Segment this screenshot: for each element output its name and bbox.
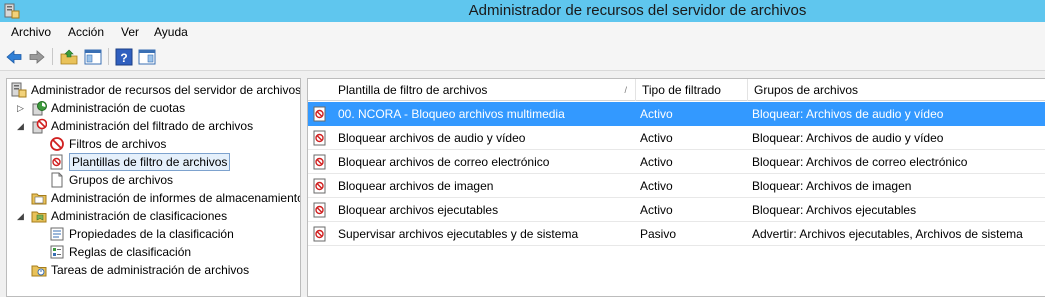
tree-item-label: Tareas de administración de archivos <box>51 263 250 277</box>
table-row[interactable]: Bloquear archivos de audio y vídeo Activ… <box>308 126 1045 150</box>
filter-template-icon <box>313 154 326 170</box>
properties-icon <box>50 227 64 241</box>
tree-item-label: Grupos de archivos <box>69 173 174 187</box>
action-pane-icon[interactable] <box>137 47 157 67</box>
toolbar: ? <box>0 43 1045 71</box>
reports-icon <box>31 193 47 205</box>
back-arrow-icon[interactable] <box>4 47 24 67</box>
tree-item-label: Administrador de recursos del servidor d… <box>31 83 301 97</box>
cell-file-groups: Bloquear: Archivos de imagen <box>752 179 912 193</box>
column-header-grupos[interactable]: Grupos de archivos <box>748 79 1045 101</box>
filter-template-icon <box>313 226 326 242</box>
column-header-plantilla[interactable]: Plantilla de filtro de archivos / <box>332 79 636 101</box>
tree-item-cuotas[interactable]: ▷ Administración de cuotas <box>7 99 300 117</box>
table-row[interactable]: Bloquear archivos ejecutables Activo Blo… <box>308 198 1045 222</box>
column-header-label: Plantilla de filtro de archivos <box>338 83 488 97</box>
menu-accion[interactable]: Acción <box>68 25 104 39</box>
filter-template-icon <box>313 130 326 146</box>
tree-item-tareas[interactable]: Tareas de administración de archivos <box>7 261 300 279</box>
tree-item-reglas[interactable]: Reglas de clasificación <box>7 243 300 261</box>
toolbar-separator <box>108 48 109 65</box>
menu-ver[interactable]: Ver <box>121 25 139 39</box>
menu-bar: Archivo Acción Ver Ayuda <box>0 22 1045 43</box>
list-header: Plantilla de filtro de archivos / Tipo d… <box>308 79 1045 101</box>
menu-ayuda[interactable]: Ayuda <box>154 25 188 39</box>
quota-icon <box>32 101 47 116</box>
cell-template-name: Bloquear archivos de audio y vídeo <box>338 131 526 145</box>
tasks-icon <box>31 265 47 277</box>
cell-file-groups: Bloquear: Archivos de audio y vídeo <box>752 107 944 121</box>
column-header-tipo[interactable]: Tipo de filtrado <box>636 79 748 101</box>
file-filter-icon <box>50 137 64 151</box>
navigation-tree[interactable]: Administrador de recursos del servidor d… <box>6 78 301 297</box>
forward-arrow-icon[interactable] <box>27 47 47 67</box>
chevron-down-icon[interactable]: ◢ <box>17 211 25 221</box>
tree-item-label: Filtros de archivos <box>69 137 167 151</box>
title-bar: Administrador de recursos del servidor d… <box>0 0 1045 22</box>
tree-item-label: Administración de clasificaciones <box>51 209 228 223</box>
results-list[interactable]: Plantilla de filtro de archivos / Tipo d… <box>307 78 1045 297</box>
file-screen-icon <box>32 118 47 134</box>
tree-item-filtrado[interactable]: ◢ Administración del filtrado de archivo… <box>7 117 300 135</box>
table-row[interactable]: Bloquear archivos de imagen Activo Bloqu… <box>308 174 1045 198</box>
cell-filter-type: Activo <box>640 155 673 169</box>
cell-template-name: Supervisar archivos ejecutables y de sis… <box>338 227 579 241</box>
rules-icon <box>50 245 64 259</box>
cell-template-name: Bloquear archivos de imagen <box>338 179 494 193</box>
cell-file-groups: Bloquear: Archivos de audio y vídeo <box>752 131 944 145</box>
cell-file-groups: Bloquear: Archivos de correo electrónico <box>752 155 968 169</box>
file-group-icon <box>51 172 63 188</box>
tree-item-root[interactable]: Administrador de recursos del servidor d… <box>7 81 301 99</box>
tree-item-filtros[interactable]: Filtros de archivos <box>7 135 300 153</box>
tree-item-label: Propiedades de la clasificación <box>69 227 234 241</box>
column-header-label: Grupos de archivos <box>754 83 859 97</box>
tree-item-label: Administración de informes de almacenami… <box>51 191 301 205</box>
cell-template-name: Bloquear archivos ejecutables <box>338 203 499 217</box>
svg-text:?: ? <box>120 51 127 65</box>
tree-item-propiedades[interactable]: Propiedades de la clasificación <box>7 225 300 243</box>
toolbar-separator <box>52 48 53 65</box>
tree-item-label: Plantillas de filtro de archivos <box>69 153 231 171</box>
menu-archivo[interactable]: Archivo <box>11 25 51 39</box>
tree-item-label: Administración de cuotas <box>51 101 186 115</box>
filter-template-icon <box>313 202 326 218</box>
cell-filter-type: Pasivo <box>640 227 677 241</box>
cell-file-groups: Bloquear: Archivos ejecutables <box>752 203 917 217</box>
cell-file-groups: Advertir: Archivos ejecutables, Archivos… <box>752 227 1023 241</box>
table-row[interactable]: Bloquear archivos de correo electrónico … <box>308 150 1045 174</box>
tree-item-informes[interactable]: Administración de informes de almacenami… <box>7 189 301 207</box>
cell-template-name: Bloquear archivos de correo electrónico <box>338 155 550 169</box>
chevron-right-icon[interactable]: ▷ <box>17 103 25 113</box>
cell-filter-type: Activo <box>640 179 673 193</box>
cell-filter-type: Activo <box>640 203 673 217</box>
cell-filter-type: Activo <box>640 131 673 145</box>
column-header-label: Tipo de filtrado <box>642 83 721 97</box>
tree-item-grupos[interactable]: Grupos de archivos <box>7 171 300 189</box>
filter-template-icon <box>313 106 326 122</box>
show-hide-tree-icon[interactable] <box>83 47 103 67</box>
chevron-down-icon[interactable]: ◢ <box>17 121 25 131</box>
server-icon <box>11 82 27 98</box>
tree-item-clasificaciones[interactable]: ◢ Administración de clasificaciones <box>7 207 300 225</box>
filter-template-icon <box>313 178 326 194</box>
table-row[interactable]: Supervisar archivos ejecutables y de sis… <box>308 222 1045 246</box>
up-folder-icon[interactable] <box>59 47 79 67</box>
tree-item-label: Reglas de clasificación <box>69 245 192 259</box>
cell-template-name: 00. NCORA - Bloqueo archivos multimedia <box>338 107 565 121</box>
table-row[interactable]: 00. NCORA - Bloqueo archivos multimedia … <box>308 102 1045 126</box>
window-title: Administrador de recursos del servidor d… <box>468 2 807 19</box>
sort-ascending-icon: / <box>624 85 627 95</box>
filter-template-icon <box>50 154 63 170</box>
tree-item-plantillas[interactable]: Plantillas de filtro de archivos <box>7 153 300 171</box>
classification-icon <box>31 211 47 223</box>
help-icon[interactable]: ? <box>114 47 134 67</box>
tree-item-label: Administración del filtrado de archivos <box>51 119 254 133</box>
cell-filter-type: Activo <box>640 107 673 121</box>
